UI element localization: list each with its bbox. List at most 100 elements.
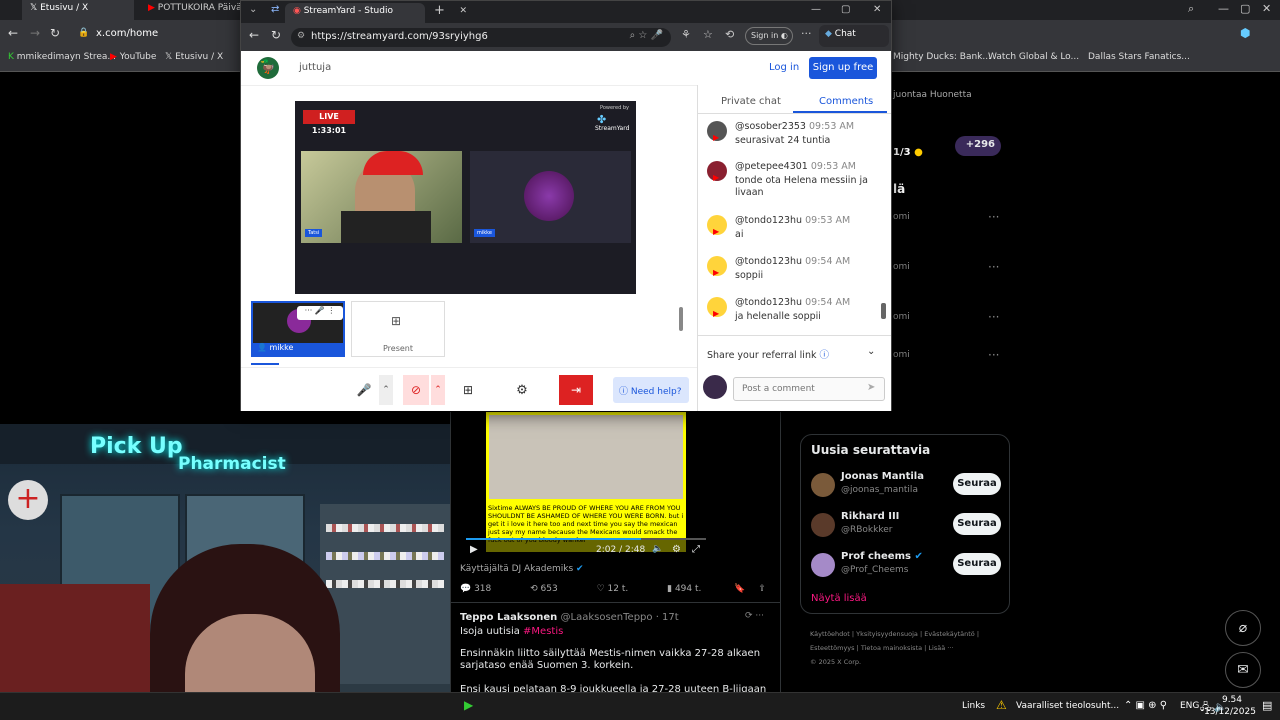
- address-bar[interactable]: ⚙ https://streamyard.com/93sryiyhg6 ⌕ ☆ …: [291, 28, 671, 47]
- more-icon[interactable]: ···: [801, 27, 812, 40]
- bookmark-item[interactable]: Mighty Ducks: Bank...: [893, 52, 991, 62]
- forward-icon[interactable]: →: [30, 26, 40, 40]
- trend-item[interactable]: omi: [893, 350, 910, 360]
- tab-pottukoira[interactable]: ▶ POTTUKOIRA Päivä kä: [140, 0, 240, 20]
- close-window-icon[interactable]: ✕: [873, 4, 881, 15]
- suggested-user[interactable]: Joonas Mantila @joonas_mantila Seuraa: [811, 471, 1001, 503]
- mic-options-chevron-icon[interactable]: ⌃: [379, 375, 393, 405]
- like-icon[interactable]: ♡: [597, 584, 608, 594]
- views-icon[interactable]: ▮: [667, 584, 675, 594]
- history-icon[interactable]: ⟲: [725, 28, 734, 41]
- tab-comments[interactable]: Comments: [819, 96, 873, 107]
- guest-thumbnail[interactable]: ··· 🎤 ⋮ 👤 mikke: [251, 301, 345, 357]
- close-icon[interactable]: ✕: [1262, 2, 1271, 15]
- repost-icon[interactable]: ⟲: [530, 584, 540, 594]
- settings-icon[interactable]: ⚙: [672, 544, 681, 555]
- bookmark-item[interactable]: Watch Global & Lo...: [988, 52, 1079, 62]
- suggested-user[interactable]: Prof cheems ✔ @Prof_Cheems Seuraa: [811, 551, 1001, 583]
- bookmark-icon[interactable]: 🔖: [734, 584, 745, 594]
- site-info-icon[interactable]: ⚙: [297, 31, 305, 41]
- tab-x-home[interactable]: 𝕏 Etusivu / X: [22, 0, 134, 20]
- clock-date[interactable]: 13/12/2025: [1202, 707, 1258, 717]
- bookmark-item[interactable]: ▶ YouTube: [110, 52, 156, 62]
- need-help-button[interactable]: ⓘ Need help?: [613, 377, 689, 403]
- grok-button[interactable]: ⌀: [1225, 610, 1261, 646]
- trend-item[interactable]: omi: [893, 212, 910, 222]
- search-icon[interactable]: ⌕: [1188, 2, 1194, 16]
- share-screen-icon[interactable]: ⊞: [457, 379, 479, 401]
- more-icon[interactable]: ···: [988, 348, 999, 362]
- fullscreen-icon[interactable]: ⤢: [692, 544, 700, 555]
- camera-off-icon[interactable]: ⊘: [403, 375, 429, 405]
- participant-tile[interactable]: Tatsi: [301, 151, 462, 243]
- input-language[interactable]: ENG: [1180, 701, 1199, 711]
- links-toolbar[interactable]: Links: [962, 701, 985, 711]
- tab-private-chat[interactable]: Private chat: [721, 96, 781, 107]
- show-more-link[interactable]: Näytä lisää: [811, 593, 867, 604]
- thumbnail-controls[interactable]: ··· 🎤 ⋮: [297, 306, 343, 320]
- copilot-chat-button[interactable]: ◆ Chat: [819, 25, 889, 47]
- more-icon[interactable]: ···: [988, 310, 999, 324]
- volume-icon[interactable]: 🔈: [652, 544, 663, 554]
- extensions-icon[interactable]: ⚘: [681, 28, 691, 41]
- listener-badge[interactable]: +296: [955, 136, 1001, 156]
- bookmark-item[interactable]: 𝕏 Etusivu / X: [165, 52, 223, 62]
- present-thumbnail[interactable]: ⊞ Present: [351, 301, 445, 357]
- extension-icon[interactable]: ⬢: [1240, 26, 1250, 40]
- microphone-icon[interactable]: 🎤: [353, 379, 375, 401]
- video-frame[interactable]: [486, 412, 686, 502]
- reload-icon[interactable]: ↻: [50, 26, 60, 40]
- trend-item[interactable]: omi: [893, 262, 910, 272]
- address-bar[interactable]: x.com/home: [96, 28, 158, 39]
- back-icon[interactable]: ←: [249, 28, 259, 42]
- minimize-icon[interactable]: —: [811, 4, 821, 15]
- tab-list-icon[interactable]: ⌄: [249, 4, 257, 15]
- bookmark-item[interactable]: Dallas Stars Fanatics...: [1088, 52, 1190, 62]
- tab-streamyard[interactable]: ◉ StreamYard - Studio ✕: [285, 3, 467, 23]
- maximize-icon[interactable]: ▢: [1240, 2, 1250, 15]
- play-icon[interactable]: ▶: [470, 544, 478, 555]
- referral-toggle[interactable]: Share your referral link ⓘ: [707, 347, 829, 361]
- messages-button[interactable]: ✉: [1225, 652, 1261, 688]
- bookmark-item[interactable]: K mmikedimayn Strea...: [8, 52, 116, 62]
- more-icon[interactable]: ···: [988, 210, 999, 224]
- participant-tile[interactable]: mikke: [470, 151, 631, 243]
- new-tab-icon[interactable]: +: [434, 3, 445, 18]
- post-byline[interactable]: Käyttäjältä DJ Akademiks ✔: [460, 564, 584, 574]
- comments-scrollbar[interactable]: [881, 117, 887, 329]
- settings-icon[interactable]: ⚙: [511, 379, 533, 401]
- suggested-user[interactable]: Rikhard III @RBokkker Seuraa: [811, 511, 1001, 543]
- chevron-down-icon[interactable]: ⌄: [867, 346, 875, 357]
- close-tab-icon[interactable]: ✕: [459, 6, 467, 16]
- more-icon[interactable]: ···: [988, 260, 999, 274]
- maximize-icon[interactable]: ▢: [841, 4, 850, 15]
- send-icon[interactable]: ➤: [867, 382, 875, 393]
- comment-input[interactable]: [733, 377, 885, 401]
- leave-studio-button[interactable]: ⇥: [559, 375, 593, 405]
- follow-button[interactable]: Seuraa: [953, 473, 1001, 495]
- clock-time[interactable]: 9.54: [1212, 695, 1252, 705]
- address-bar-icons[interactable]: ⌕ ☆ 🎤: [630, 30, 663, 41]
- share-icon[interactable]: ⇪: [758, 584, 766, 594]
- trend-item[interactable]: omi: [893, 312, 910, 322]
- grok-icon[interactable]: ⟳ ···: [745, 611, 764, 621]
- sign-in-button[interactable]: Sign in ◐: [745, 27, 793, 45]
- tray-icons[interactable]: ⌃ ▣ ⊕ ⚲: [1124, 700, 1167, 711]
- minimize-icon[interactable]: —: [1218, 2, 1229, 15]
- weather-alert[interactable]: Vaaralliset tieolosuht...: [1016, 701, 1119, 711]
- camera-options-chevron-icon[interactable]: ⌃: [431, 375, 445, 405]
- reply-icon[interactable]: 💬: [460, 584, 474, 594]
- sign-up-button[interactable]: Sign up free: [809, 57, 877, 79]
- follow-button[interactable]: Seuraa: [953, 553, 1001, 575]
- back-icon[interactable]: ←: [8, 26, 18, 40]
- log-in-link[interactable]: Log in: [769, 62, 799, 73]
- thumbnail-scrollbar[interactable]: [679, 297, 685, 361]
- tab-group-icon[interactable]: ⇄: [271, 4, 279, 15]
- favorites-icon[interactable]: ☆: [703, 28, 713, 41]
- post-author[interactable]: Teppo Laaksonen @LaaksosenTeppo · 17t: [460, 612, 679, 623]
- kick-app-icon[interactable]: ▶: [464, 698, 473, 712]
- follow-button[interactable]: Seuraa: [953, 513, 1001, 535]
- reload-icon[interactable]: ↻: [271, 28, 281, 42]
- notifications-icon[interactable]: ▤: [1262, 699, 1272, 712]
- video-progress[interactable]: [466, 538, 706, 540]
